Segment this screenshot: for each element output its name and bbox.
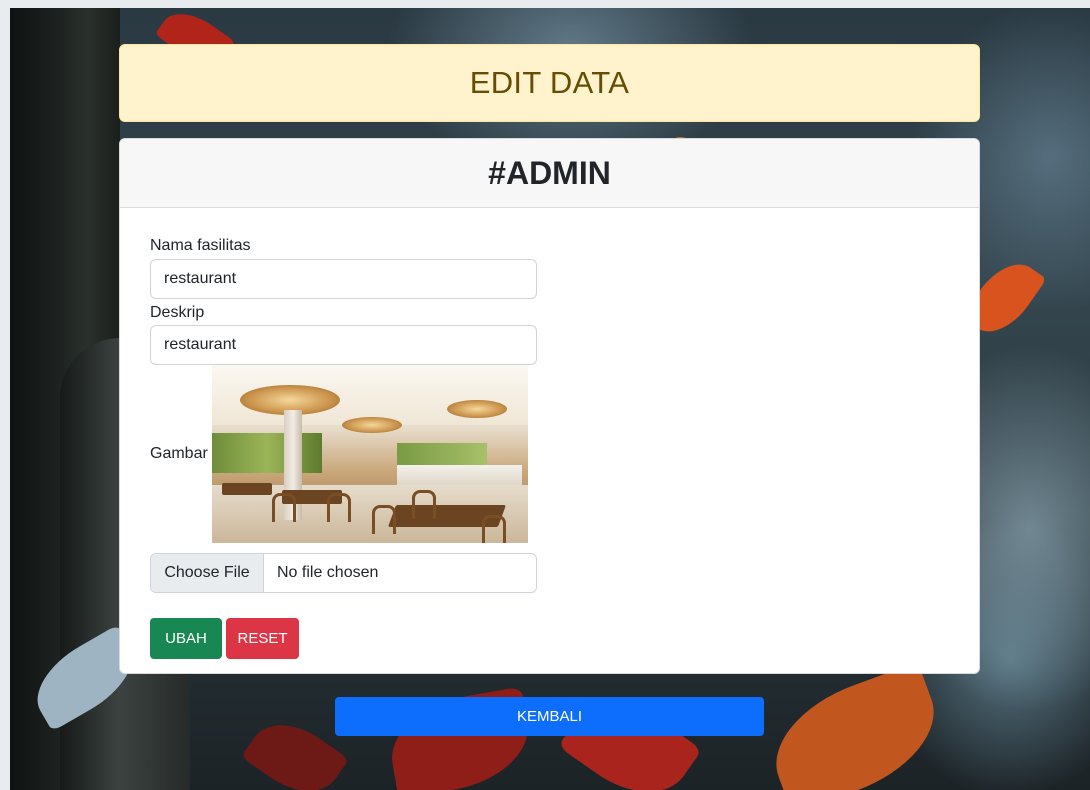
edit-form-card: #ADMIN Nama fasilitas restaurant Deskrip… [119, 138, 980, 674]
gambar-label: Gambar [150, 445, 208, 462]
ubah-button[interactable]: UBAH [150, 618, 222, 659]
edit-data-banner: EDIT DATA [119, 44, 980, 122]
deskrip-label: Deskrip [150, 304, 205, 321]
nama-fasilitas-input[interactable]: restaurant [150, 259, 537, 299]
background-leaf [240, 707, 350, 790]
choose-file-button[interactable]: Choose File [151, 554, 264, 592]
card-header: #ADMIN [120, 139, 979, 208]
gambar-file-input[interactable]: Choose File No file chosen [150, 553, 537, 593]
page-title: EDIT DATA [469, 65, 630, 100]
nama-fasilitas-label: Nama fasilitas [150, 237, 251, 254]
file-status: No file chosen [277, 564, 379, 581]
restaurant-photo [211, 365, 528, 543]
gambar-row: Gambar [150, 365, 528, 543]
kembali-button[interactable]: KEMBALI [335, 697, 764, 736]
card-title: #ADMIN [488, 154, 611, 191]
background-leaf [758, 661, 952, 790]
deskrip-input[interactable]: restaurant [150, 325, 537, 365]
reset-button[interactable]: RESET [226, 618, 299, 659]
